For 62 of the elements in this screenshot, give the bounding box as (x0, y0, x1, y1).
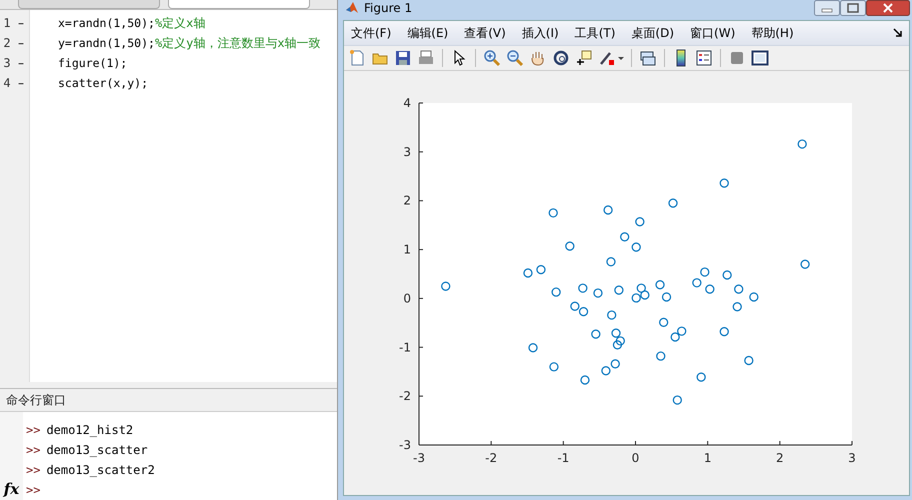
menu-item[interactable]: 插入(I) (522, 24, 559, 42)
print-icon[interactable] (417, 49, 435, 67)
tick-label: -2 (485, 451, 498, 465)
code-line: x=randn(1,50);%定义x轴 (58, 14, 206, 32)
breakpoint-marker[interactable]: – (14, 36, 28, 50)
tick-label: -3 (413, 451, 425, 465)
tick-label: 3 (848, 451, 856, 465)
rotate-icon[interactable] (552, 49, 570, 67)
prompt: >> (26, 483, 40, 497)
legend-icon[interactable] (695, 49, 713, 67)
menu-item[interactable]: 文件(F) (351, 24, 392, 42)
link-icon[interactable] (639, 49, 657, 67)
undock-arrow-icon[interactable] (893, 28, 903, 38)
menu-item[interactable]: 窗口(W) (690, 24, 736, 42)
menu-item[interactable]: 查看(V) (464, 24, 506, 42)
zoom-in-icon[interactable] (483, 49, 501, 67)
tick-label: 4 (403, 96, 411, 110)
code-line: figure(1); (58, 56, 128, 70)
prompt: >> (26, 463, 40, 477)
tick-label: 2 (403, 194, 411, 208)
prompt: >> (26, 423, 40, 437)
new-file-icon[interactable] (348, 49, 366, 67)
app-logo-icon (345, 1, 359, 15)
menu-item[interactable]: 帮助(H) (751, 24, 794, 42)
tick-label: -1 (399, 340, 411, 354)
window-title: Figure 1 (364, 1, 412, 15)
prompt: >> (26, 443, 40, 457)
breakpoint-marker[interactable]: – (14, 76, 28, 90)
command-text: demo12_hist2 (46, 423, 134, 437)
frame-icon[interactable] (751, 49, 769, 67)
tick-label: 0 (403, 291, 411, 306)
breakpoint-marker[interactable]: – (14, 56, 28, 70)
tick-label: 1 (704, 451, 712, 465)
line-number: 3 (2, 56, 12, 70)
data-cursor-icon[interactable] (575, 49, 593, 67)
tick-label: 3 (403, 144, 411, 159)
panel-title: 命令行窗口 (6, 392, 66, 408)
code-line: y=randn(1,50);%定义y轴，注意数里与x轴一致 (58, 34, 321, 52)
line-number: 4 (2, 76, 12, 90)
command-window[interactable]: fx >> demo12_hist2 >> demo13_scatter >> demo13_scatter2 >> (0, 412, 337, 500)
tick-label: -3 (399, 438, 411, 452)
close-icon[interactable] (866, 0, 910, 16)
tick-label: -2 (399, 389, 411, 404)
command-text: demo13_scatter2 (46, 463, 155, 477)
line-number: 1 (2, 16, 12, 30)
menu-item[interactable]: 编辑(E) (407, 24, 448, 42)
save-icon[interactable] (394, 49, 412, 67)
tick-label: 2 (776, 451, 784, 465)
square-icon[interactable] (728, 49, 746, 67)
zoom-out-icon[interactable] (506, 49, 524, 67)
tick-label: -1 (557, 451, 570, 465)
line-number: 2 (2, 36, 12, 50)
code-line: scatter(x,y); (58, 76, 148, 90)
minimize-icon[interactable] (814, 0, 840, 16)
function-button[interactable]: fx (4, 480, 20, 498)
maximize-icon[interactable] (840, 0, 866, 16)
tick-label: 0 (632, 451, 640, 465)
menu-item[interactable]: 桌面(D) (631, 24, 674, 42)
menu-item[interactable]: 工具(T) (574, 24, 616, 42)
breakpoint-marker[interactable]: – (14, 16, 28, 30)
tick-label: 1 (403, 242, 411, 257)
command-text: demo13_scatter (46, 443, 148, 457)
